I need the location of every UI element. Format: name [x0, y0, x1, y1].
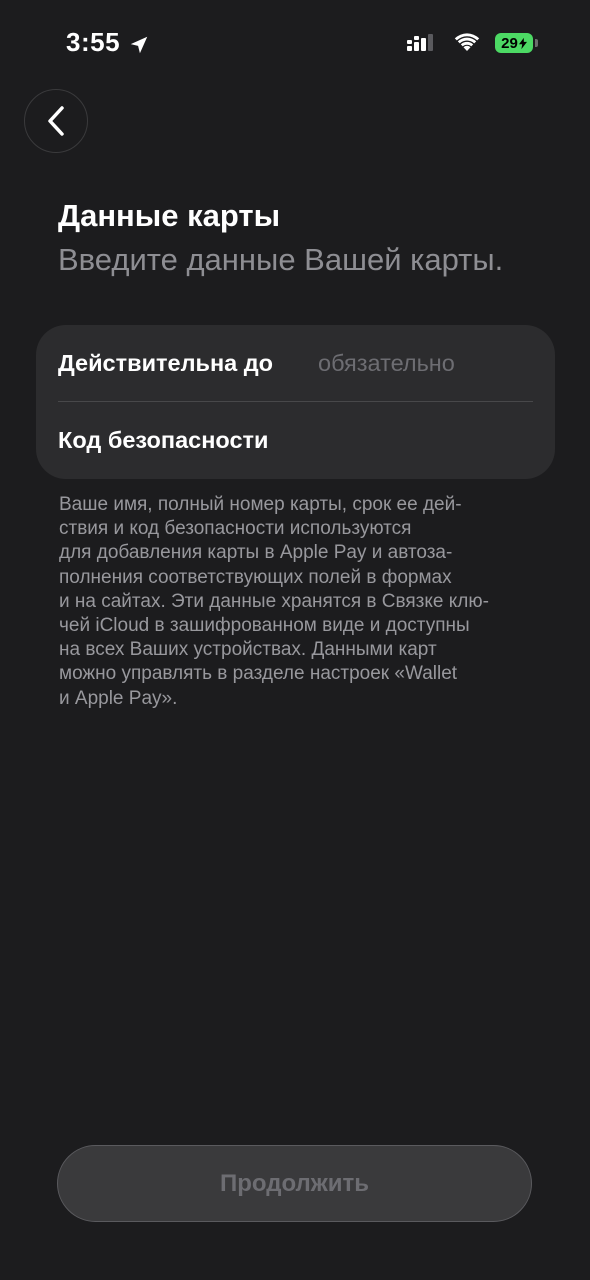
info-line: и на сайтах. Эти данные хранятся в Связк…	[59, 590, 489, 612]
status-time-group: 3:55	[66, 27, 150, 58]
expiry-date-row[interactable]: Действительна до	[58, 325, 533, 402]
info-line: Ваше имя, полный номер карты, срок ее де…	[59, 494, 462, 515]
info-line: для добавления карты в Apple Pay и автоз…	[59, 542, 453, 564]
status-time: 3:55	[66, 27, 121, 57]
chevron-left-icon	[43, 104, 69, 138]
status-bar: 3:55 29	[0, 0, 590, 90]
privacy-info-text: Ваше имя, полный номер карты, срок ее де…	[59, 493, 529, 711]
expiry-date-label: Действительна до	[58, 350, 274, 376]
page-subtitle: Введите данные Вашей карты.	[58, 242, 504, 277]
continue-button[interactable]: Продолжить	[57, 1145, 532, 1222]
info-line: и Apple Pay».	[59, 687, 178, 709]
expiry-date-field[interactable]	[318, 325, 533, 402]
security-code-field[interactable]	[318, 402, 533, 479]
info-line: полнения соответствующих полей в формах	[59, 566, 452, 588]
info-line: на всех Ваших устройствах. Данными карт	[59, 639, 437, 661]
location-arrow-icon	[128, 32, 150, 54]
status-indicators: 29	[405, 32, 538, 54]
battery-level: 29	[495, 33, 533, 53]
wifi-icon	[453, 32, 481, 54]
signal-icon	[405, 32, 439, 54]
security-code-label: Код безопасности	[58, 427, 269, 453]
info-line: можно управлять в разделе настроек «Wall…	[59, 663, 458, 685]
page-title: Данные карты	[58, 198, 281, 233]
battery-charging-icon: 29	[495, 33, 538, 53]
card-details-form: Действительна до Код безопасности	[36, 325, 555, 479]
back-button[interactable]	[24, 89, 88, 153]
info-line: ствия и код безопасности используются	[59, 518, 412, 540]
info-line: чей iCloud в зашифрованном виде и доступ…	[59, 615, 470, 637]
security-code-row[interactable]: Код безопасности	[58, 402, 533, 479]
